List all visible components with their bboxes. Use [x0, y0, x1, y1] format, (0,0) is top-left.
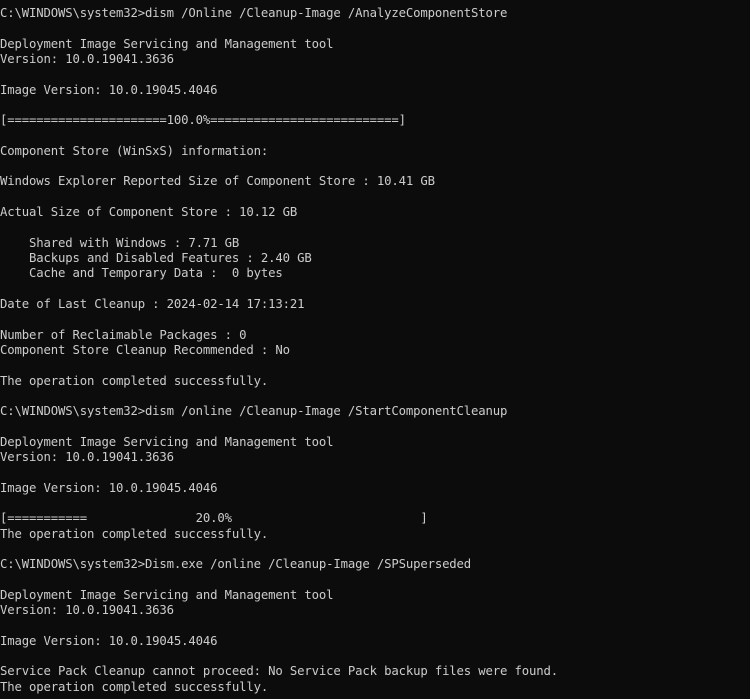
console-line: Service Pack Cleanup cannot proceed: No … — [0, 664, 559, 679]
status-success-line: The operation completed successfully. — [0, 526, 269, 541]
console-line: Image Version: 10.0.19045.4046 — [0, 633, 218, 648]
console-output[interactable]: C:\WINDOWS\system32>dism /Online /Cleanu… — [0, 6, 750, 699]
console-line: Image Version: 10.0.19045.4046 — [0, 82, 218, 97]
console-line: Number of Reclaimable Packages : 0 — [0, 327, 247, 342]
command-prompt-line: C:\WINDOWS\system32>Dism.exe /online /Cl… — [0, 557, 472, 572]
console-line: Date of Last Cleanup : 2024-02-14 17:13:… — [0, 296, 305, 311]
command-prompt-line: C:\WINDOWS\system32>dism /online /Cleanu… — [0, 404, 508, 419]
console-line: Deployment Image Servicing and Managemen… — [0, 36, 334, 51]
console-line: Deployment Image Servicing and Managemen… — [0, 434, 334, 449]
command-prompt-line: C:\WINDOWS\system32>dism /Online /Cleanu… — [0, 6, 508, 20]
console-line: Actual Size of Component Store : 10.12 G… — [0, 205, 298, 220]
console-line: Backups and Disabled Features : 2.40 GB — [0, 251, 312, 265]
console-line: Component Store (WinSxS) information: — [0, 143, 269, 158]
console-line: Deployment Image Servicing and Managemen… — [0, 587, 334, 602]
console-line: Component Store Cleanup Recommended : No — [0, 342, 290, 357]
console-line: Cache and Temporary Data : 0 bytes — [0, 266, 283, 281]
console-line: Version: 10.0.19041.3636 — [0, 51, 174, 66]
status-success-line: The operation completed successfully. — [0, 679, 269, 694]
status-success-line: The operation completed successfully. — [0, 373, 269, 388]
console-line: Version: 10.0.19041.3636 — [0, 450, 174, 465]
progress-bar-line: [======================100.0%===========… — [0, 113, 406, 128]
console-line: Shared with Windows : 7.71 GB — [0, 235, 240, 250]
progress-bar-line: [=========== 20.0% ] — [0, 511, 428, 526]
console-line: Windows Explorer Reported Size of Compon… — [0, 174, 435, 189]
console-line: Version: 10.0.19041.3636 — [0, 603, 174, 618]
console-line: Image Version: 10.0.19045.4046 — [0, 480, 218, 495]
command-prompt-window[interactable]: C:\WINDOWS\system32>dism /Online /Cleanu… — [0, 0, 750, 699]
